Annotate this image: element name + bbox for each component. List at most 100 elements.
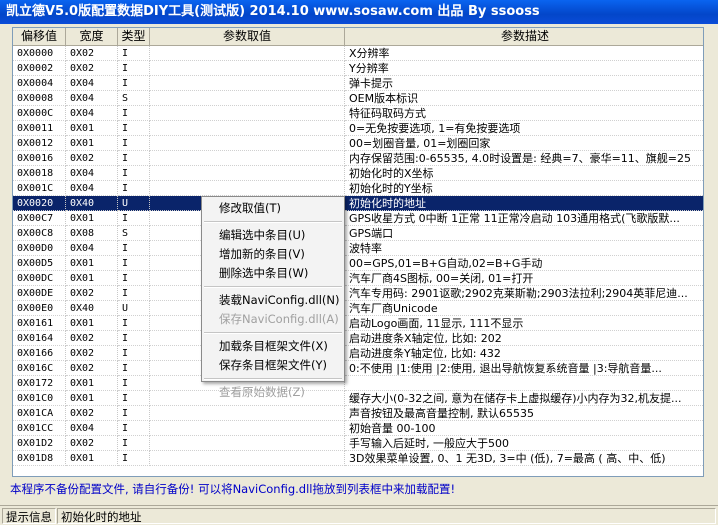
col-header-type[interactable]: 类型 [118,28,150,45]
table-row[interactable]: 0X0020 0X40 U 初始化时的地址 [13,196,703,211]
table-row[interactable]: 0X0161 0X01 I 启动Logo画面, 11显示, 111不显示 [13,316,703,331]
cell-type: I [118,271,150,286]
cell-desc: 00=GPS,01=B+G自动,02=B+G手动 [345,256,703,271]
context-menu: 修改取值(T) 编辑选中条目(U) 增加新的条目(V) 删除选中条目(W) 装载Navi… [201,196,345,399]
table-row[interactable]: 0X00DE 0X02 I 汽车专用码: 2901讴歌;2902克莱斯勒;2903法拉… [13,286,703,301]
cell-width: 0X01 [66,316,118,331]
table-row[interactable]: 0X00DC 0X01 I 汽车厂商4S图标, 00=关闭, 01=打开 [13,271,703,286]
cell-offset: 0X000C [13,106,66,121]
table-row[interactable]: 0X00E0 0X40 U 汽车厂商Unicode [13,301,703,316]
cell-type: I [118,316,150,331]
col-header-offset[interactable]: 偏移值 [13,28,66,45]
table-row[interactable]: 0X00C8 0X08 S GPS端口 [13,226,703,241]
config-table[interactable]: 偏移值 宽度 类型 参数取值 参数描述 0X0000 0X02 I X分辨率 0X000… [12,27,704,477]
cell-desc: 启动Logo画面, 11显示, 111不显示 [345,316,703,331]
cell-value [150,166,345,181]
table-row[interactable]: 0X00C7 0X01 I GPS收星方式 0中断 1正常 11正常冷启动 103通用… [13,211,703,226]
table-row[interactable]: 0X016C 0X02 I 0:不使用 |1:使用 |2:使用, 退出导航恢复系统音量… [13,361,703,376]
menu-item[interactable]: 增加新的条目(V) [202,245,344,264]
table-header: 偏移值 宽度 类型 参数取值 参数描述 [13,28,703,46]
status-text: 初始化时的地址 [57,508,716,524]
table-row[interactable]: 0X00D0 0X04 I 波特率 [13,241,703,256]
table-row[interactable]: 0X0008 0X04 S OEM版本标识 [13,91,703,106]
cell-desc: X分辨率 [345,46,703,61]
table-row[interactable]: 0X0002 0X02 I Y分辨率 [13,61,703,76]
cell-offset: 0X00DC [13,271,66,286]
menu-item: 查看原始数据(Z) [219,385,305,399]
cell-offset: 0X00C7 [13,211,66,226]
cell-value [150,91,345,106]
table-row[interactable]: 0X001C 0X04 I 初始化时的Y坐标 [13,181,703,196]
menu-item[interactable]: 加载条目框架文件(X) [202,337,344,356]
cell-offset: 0X01CC [13,421,66,436]
cell-width: 0X04 [66,106,118,121]
cell-width: 0X40 [66,301,118,316]
cell-desc: 初始化时的X坐标 [345,166,703,181]
cell-offset: 0X0018 [13,166,66,181]
table-row[interactable]: 0X01D2 0X02 I 手写输入后延时, 一般应大于500 [13,436,703,451]
table-row[interactable]: 0X0164 0X02 I 启动进度条X轴定位, 比如: 202 [13,331,703,346]
cell-offset: 0X00D5 [13,256,66,271]
menu-item[interactable]: 删除选中条目(W) [202,264,344,283]
cell-desc: 汽车专用码: 2901讴歌;2902克莱斯勒;2903法拉利;2904英菲尼迪.… [345,286,703,301]
cell-type: S [118,91,150,106]
cell-width: 0X02 [66,61,118,76]
cell-width: 0X04 [66,166,118,181]
table-row[interactable]: 0X01CA 0X02 I 声音按钮及最高音量控制, 默认65535 [13,406,703,421]
cell-type: I [118,136,150,151]
cell-width: 0X01 [66,391,118,406]
cell-width: 0X01 [66,211,118,226]
cell-type: U [118,301,150,316]
cell-type: I [118,121,150,136]
table-row[interactable]: 0X01C0 0X01 I 缓存大小(0-32之间, 意为在储存卡上虚拟缓存)小内存为… [13,391,703,406]
cell-value [150,121,345,136]
table-row[interactable]: 0X00D5 0X01 I 00=GPS,01=B+G自动,02=B+G手动 [13,256,703,271]
cell-width: 0X01 [66,256,118,271]
cell-type: I [118,361,150,376]
cell-width: 0X02 [66,406,118,421]
menu-item[interactable]: 装载NaviConfig.dll(N) [202,291,344,310]
cell-offset: 0X016C [13,361,66,376]
table-row[interactable]: 0X000C 0X04 I 特征码取码方式 [13,106,703,121]
menu-separator [204,286,342,288]
col-header-width[interactable]: 宽度 [66,28,118,45]
table-row[interactable]: 0X0172 0X01 I [13,376,703,391]
cell-offset: 0X01D2 [13,436,66,451]
table-row[interactable]: 0X0000 0X02 I X分辨率 [13,46,703,61]
cell-offset: 0X0161 [13,316,66,331]
cell-value [150,406,345,421]
cell-type: S [118,226,150,241]
menu-item[interactable]: 修改取值(T) [202,199,344,218]
cell-offset: 0X0020 [13,196,66,211]
table-row[interactable]: 0X01D8 0X01 I 3D效果菜单设置, 0、1 无3D, 3=中 (低), 7… [13,451,703,466]
table-row[interactable]: 0X0166 0X02 I 启动进度条Y轴定位, 比如: 432 [13,346,703,361]
cell-desc [345,376,703,391]
cell-type: I [118,406,150,421]
cell-desc: 波特率 [345,241,703,256]
cell-desc: 内存保留范围:0-65535, 4.0时设置是: 经典=7、豪华=11、旗舰=2… [345,151,703,166]
col-header-desc[interactable]: 参数描述 [345,28,703,45]
cell-desc: 手写输入后延时, 一般应大于500 [345,436,703,451]
table-row[interactable]: 0X0011 0X01 I 0=无免按要选项, 1=有免按要选项 [13,121,703,136]
cell-desc: 启动进度条Y轴定位, 比如: 432 [345,346,703,361]
cell-type: I [118,331,150,346]
col-header-value[interactable]: 参数取值 [150,28,345,45]
cell-offset: 0X00DE [13,286,66,301]
menu-item: 保存NaviConfig.dll(A) [219,312,339,326]
cell-width: 0X02 [66,346,118,361]
table-row[interactable]: 0X0012 0X01 I 00=划圈音量, 01=划圈回家 [13,136,703,151]
table-row[interactable]: 0X01CC 0X04 I 初始音量 00-100 [13,421,703,436]
cell-type: I [118,346,150,361]
table-row[interactable]: 0X0004 0X04 I 弹卡提示 [13,76,703,91]
cell-type: I [118,421,150,436]
menu-item[interactable]: 编辑选中条目(U) [202,226,344,245]
cell-desc: 3D效果菜单设置, 0、1 无3D, 3=中 (低), 7=最高 ( 高、中、低… [345,451,703,466]
table-row[interactable]: 0X0016 0X02 I 内存保留范围:0-65535, 4.0时设置是: 经典=7… [13,151,703,166]
table-row[interactable]: 0X0018 0X04 I 初始化时的X坐标 [13,166,703,181]
menu-item[interactable]: 保存条目框架文件(Y) [202,356,344,375]
cell-value [150,151,345,166]
cell-width: 0X02 [66,436,118,451]
cell-offset: 0X01CA [13,406,66,421]
cell-offset: 0X0000 [13,46,66,61]
cell-width: 0X04 [66,181,118,196]
